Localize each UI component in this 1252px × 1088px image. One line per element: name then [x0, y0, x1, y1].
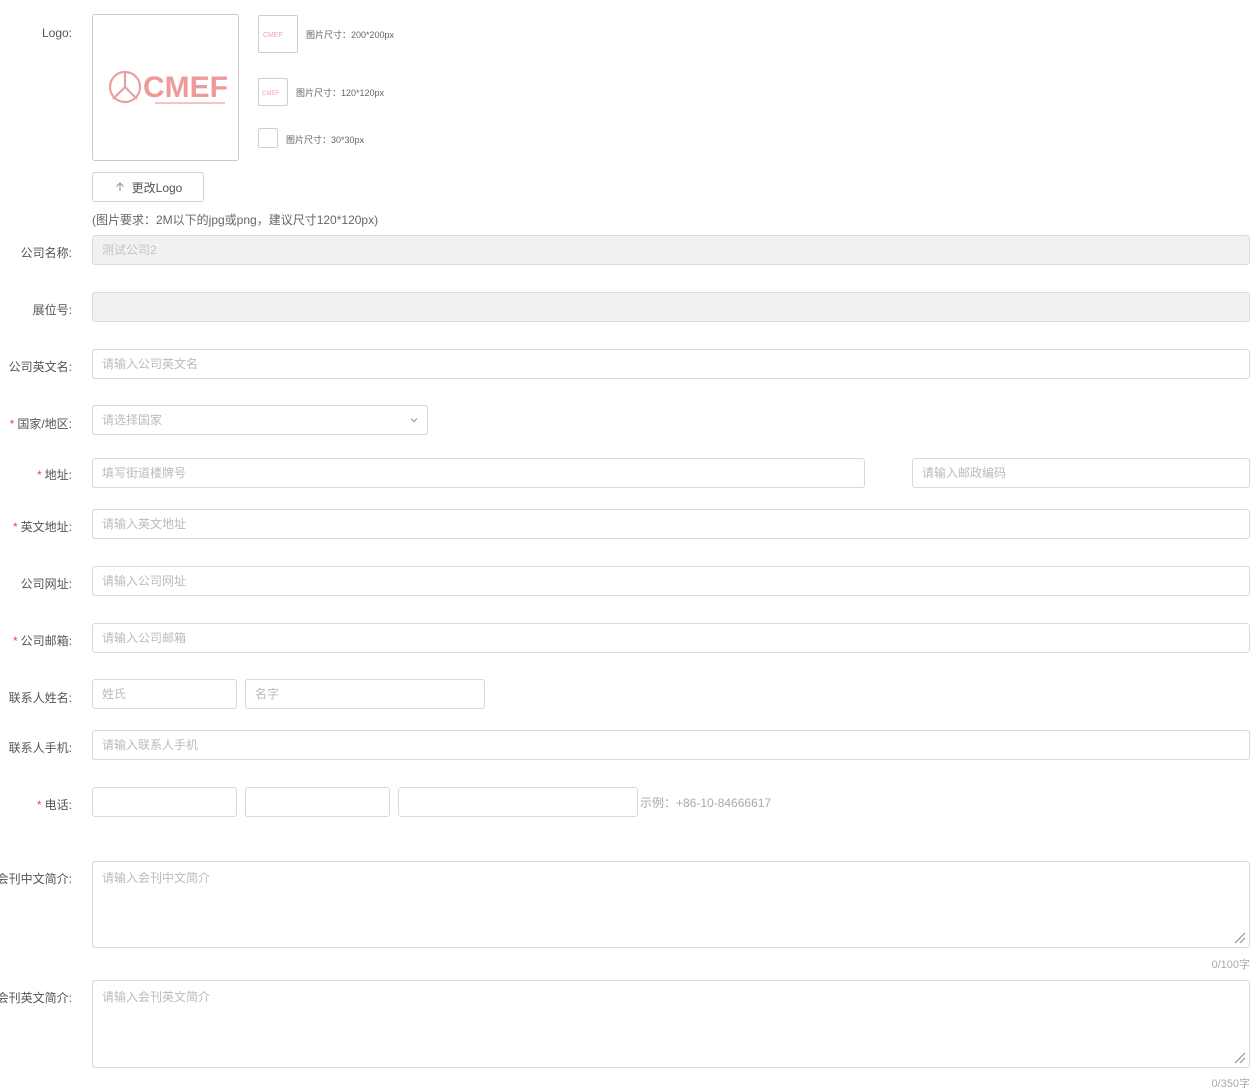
phone-example: 示例：+86-10-84666617: [640, 796, 772, 810]
resize-grip-icon[interactable]: [1232, 1050, 1246, 1064]
svg-text:CMEF: CMEF: [263, 32, 283, 39]
cn-intro-label: 会刊中文简介:: [0, 872, 72, 886]
company-name-input[interactable]: 测试公司2: [92, 235, 1250, 265]
email-label: * 公司邮箱:: [12, 634, 72, 648]
phone-area-code-input[interactable]: [245, 787, 390, 817]
cmef-logo: CMEF: [108, 70, 228, 104]
cn-intro-textarea[interactable]: 请输入会刊中文简介: [92, 861, 1250, 948]
first-name-input[interactable]: 名字: [245, 679, 485, 709]
company-info-form: Logo: CMEF CMEF 图片尺寸：200*200px CMEF 图片尺寸…: [0, 0, 1252, 1088]
company-en-name-input[interactable]: 请输入公司英文名: [92, 349, 1250, 379]
email-input[interactable]: 请输入公司邮箱: [92, 623, 1250, 653]
logo-label: Logo:: [41, 26, 72, 40]
en-address-label: * 英文地址:: [12, 520, 72, 534]
required-star: *: [12, 520, 18, 534]
required-star: *: [36, 798, 42, 812]
company-en-name-label: 公司英文名:: [8, 360, 72, 374]
phone-label: * 电话:: [36, 798, 72, 812]
website-label: 公司网址:: [20, 577, 72, 591]
en-intro-placeholder: 请输入会刊英文简介: [102, 990, 211, 1004]
booth-number-label: 展位号:: [32, 303, 72, 317]
cn-intro-placeholder: 请输入会刊中文简介: [102, 871, 211, 885]
logo-thumb-200: CMEF: [258, 15, 298, 53]
change-logo-label: 更改Logo: [131, 180, 183, 195]
thumb-size-200: 图片尺寸：200*200px: [306, 30, 395, 40]
phone-country-code-input[interactable]: [92, 787, 237, 817]
required-star: *: [9, 417, 15, 431]
en-intro-counter: 0/350字: [1211, 1078, 1250, 1088]
contact-mobile-label: 联系人手机:: [8, 741, 72, 755]
logo-requirement-hint: (图片要求：2M以下的jpg或png，建议尺寸120*120px): [92, 213, 379, 227]
website-input[interactable]: 请输入公司网址: [92, 566, 1250, 596]
en-intro-textarea[interactable]: 请输入会刊英文简介: [92, 980, 1250, 1068]
booth-number-input[interactable]: [92, 292, 1250, 322]
chevron-down-icon: [410, 418, 418, 423]
logo-preview-large: CMEF: [92, 14, 239, 161]
company-name-label: 公司名称:: [20, 246, 72, 260]
contact-mobile-input[interactable]: 请输入联系人手机: [92, 730, 1250, 760]
change-logo-button[interactable]: 更改Logo: [92, 172, 204, 202]
required-star: *: [12, 634, 18, 648]
resize-grip-icon[interactable]: [1232, 930, 1246, 944]
required-star: *: [36, 468, 42, 482]
thumb-size-120: 图片尺寸：120*120px: [296, 88, 385, 98]
address-input[interactable]: 填写街道楼牌号: [92, 458, 865, 488]
en-address-input[interactable]: 请输入英文地址: [92, 509, 1250, 539]
contact-name-label: 联系人姓名:: [8, 691, 72, 705]
upload-arrow-icon: [115, 182, 124, 191]
phone-number-input[interactable]: [398, 787, 638, 817]
country-label: * 国家/地区:: [9, 417, 72, 431]
country-select[interactable]: 请选择国家: [92, 405, 428, 435]
en-intro-label: 会刊英文简介:: [0, 991, 72, 1005]
last-name-input[interactable]: 姓氏: [92, 679, 237, 709]
cn-intro-counter: 0/100字: [1211, 959, 1250, 971]
svg-text:CMEF: CMEF: [143, 71, 228, 104]
logo-thumb-120: CMEF: [258, 78, 288, 106]
postcode-input[interactable]: 请输入邮政编码: [912, 458, 1250, 488]
thumb-size-30: 图片尺寸：30*30px: [286, 135, 365, 145]
svg-text:CMEF: CMEF: [262, 91, 279, 97]
address-label: * 地址:: [36, 468, 72, 482]
country-select-placeholder: 请选择国家: [102, 413, 163, 427]
logo-thumb-30: [258, 128, 278, 148]
